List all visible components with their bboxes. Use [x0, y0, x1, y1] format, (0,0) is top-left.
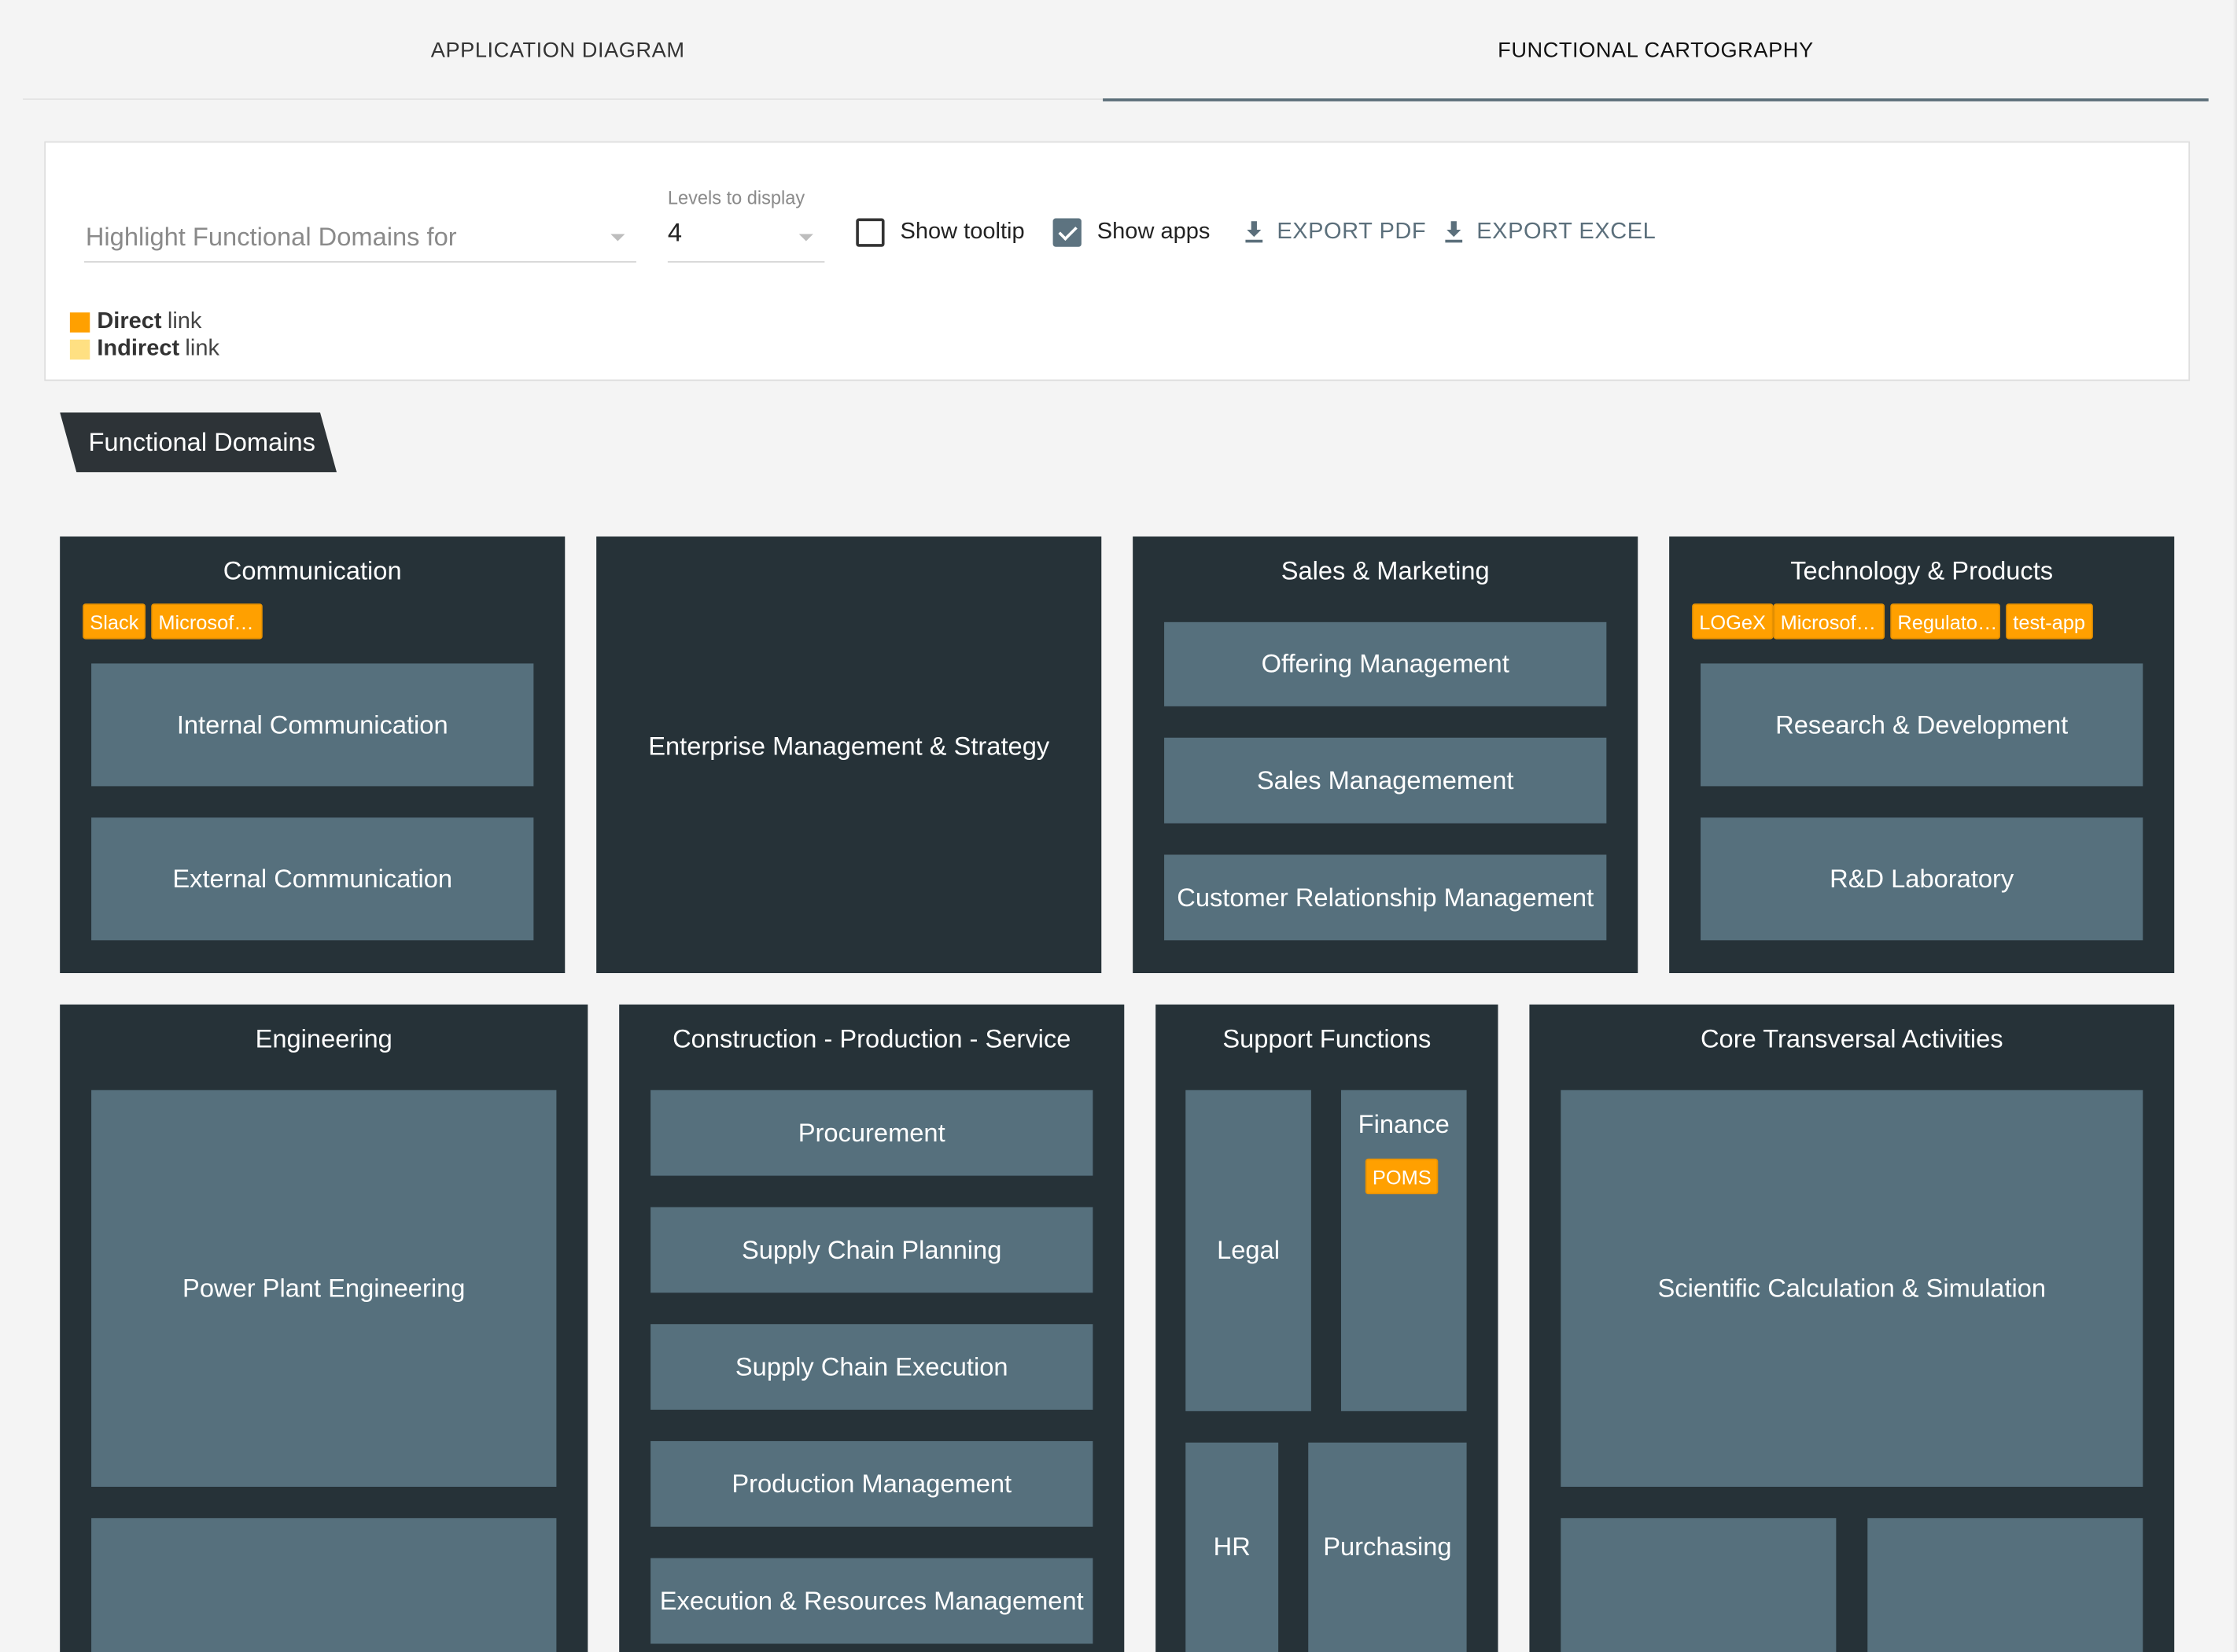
- caret-down-icon: [798, 234, 813, 242]
- domain-title: Support Functions: [1222, 1024, 1432, 1053]
- domain-technology-products[interactable]: Technology & Products LOGeX Microsof… Re…: [1669, 536, 2175, 974]
- checkbox-checked-icon: [1052, 218, 1082, 247]
- show-apps-checkbox[interactable]: Show apps: [1052, 218, 1211, 247]
- legend-direct-rest: link: [167, 309, 202, 334]
- domain-engineering[interactable]: Engineering Power Plant Engineering: [60, 1004, 588, 1652]
- domain-title: Engineering: [255, 1024, 392, 1053]
- domain-title: Communication: [223, 556, 402, 585]
- sub-domain[interactable]: External Communication: [91, 817, 534, 941]
- sub-domain[interactable]: HR: [1185, 1442, 1279, 1652]
- checkbox-icon: [856, 218, 885, 247]
- sub-domain[interactable]: Offering Management: [1164, 621, 1607, 706]
- domain-title: Enterprise Management & Strategy: [648, 732, 1050, 761]
- sub-domain[interactable]: Purchasing: [1308, 1442, 1467, 1652]
- levels-select[interactable]: 4: [667, 211, 825, 263]
- tab-application-diagram[interactable]: APPLICATION DIAGRAM: [23, 0, 1093, 100]
- domain-title: Core Transversal Activities: [1700, 1024, 2003, 1053]
- filter-panel: Highlight Functional Domains for Levels …: [44, 141, 2191, 382]
- highlight-domains-select[interactable]: Highlight Functional Domains for: [84, 211, 636, 263]
- show-tooltip-checkbox[interactable]: Show tooltip: [856, 218, 1025, 247]
- legend-indirect-rest: link: [185, 337, 219, 361]
- tab-functional-cartography[interactable]: FUNCTIONAL CARTOGRAPHY: [1103, 0, 2209, 101]
- direct-link-swatch: [69, 312, 90, 333]
- sub-domain-label: Finance: [1358, 1110, 1450, 1139]
- sub-domain[interactable]: Legal: [1185, 1090, 1311, 1411]
- app-chip[interactable]: Slack: [83, 603, 146, 640]
- sub-domain[interactable]: Production Management: [650, 1440, 1093, 1527]
- sub-domain[interactable]: Power Plant Engineering: [91, 1090, 557, 1487]
- levels-label: Levels to display: [667, 186, 805, 208]
- sub-domain[interactable]: Procurement: [650, 1090, 1093, 1176]
- domain-title: Sales & Marketing: [1281, 556, 1490, 585]
- sub-domain[interactable]: Supply Chain Planning: [650, 1207, 1093, 1293]
- download-icon: [1245, 221, 1263, 243]
- sub-domain[interactable]: Supply Chain Execution: [650, 1324, 1093, 1410]
- download-icon: [1445, 221, 1463, 243]
- legend-indirect-link: Indirect link: [69, 337, 219, 363]
- highlight-domains-placeholder: Highlight Functional Domains for: [85, 222, 457, 252]
- export-pdf-label: EXPORT PDF: [1277, 219, 1427, 245]
- app-chip[interactable]: Microsof…: [1773, 603, 1885, 640]
- legend-direct-link: Direct link: [69, 309, 202, 336]
- show-tooltip-label: Show tooltip: [900, 219, 1025, 245]
- legend-direct-bold: Direct: [97, 309, 162, 334]
- sub-domain[interactable]: Research & Development: [1701, 663, 2143, 787]
- caret-down-icon: [610, 234, 625, 242]
- sub-domain-unlabeled[interactable]: [1561, 1517, 1837, 1652]
- app-chip[interactable]: POMS: [1365, 1158, 1439, 1195]
- sub-domain-unlabeled[interactable]: [1867, 1517, 2143, 1652]
- sub-domain-unlabeled[interactable]: [91, 1517, 557, 1652]
- domain-enterprise-management[interactable]: Enterprise Management & Strategy: [596, 536, 1102, 974]
- export-excel-label: EXPORT EXCEL: [1476, 219, 1657, 245]
- domain-sales-marketing[interactable]: Sales & Marketing Offering Management Sa…: [1133, 536, 1638, 974]
- sub-domain[interactable]: Internal Communication: [91, 663, 534, 787]
- export-excel-button[interactable]: EXPORT EXCEL: [1444, 219, 1657, 245]
- scroll-edge: [2232, 0, 2237, 1652]
- section-label-functional-domains: Functional Domains: [60, 412, 337, 473]
- sub-domain[interactable]: R&D Laboratory: [1701, 817, 2143, 941]
- app-chip[interactable]: LOGeX: [1692, 603, 1774, 640]
- indirect-link-swatch: [69, 339, 90, 360]
- sub-domain[interactable]: Scientific Calculation & Simulation: [1561, 1090, 2143, 1487]
- app-chip[interactable]: Microsof…: [151, 603, 263, 640]
- tab-bar: APPLICATION DIAGRAM FUNCTIONAL CARTOGRAP…: [23, 0, 2209, 101]
- levels-value: 4: [667, 218, 683, 247]
- legend-indirect-bold: Indirect: [97, 337, 180, 361]
- sub-domain[interactable]: Sales Managemement: [1164, 737, 1607, 824]
- sub-domain-finance[interactable]: Finance: [1340, 1090, 1467, 1411]
- show-apps-label: Show apps: [1096, 219, 1211, 245]
- sub-domain[interactable]: Execution & Resources Management: [650, 1558, 1093, 1644]
- sub-domain[interactable]: Customer Relationship Management: [1164, 854, 1607, 941]
- domain-support-functions[interactable]: Support Functions Legal Finance POMS HR …: [1155, 1004, 1498, 1652]
- app-chip[interactable]: test-app: [2006, 603, 2093, 640]
- domain-core-transversal-activities[interactable]: Core Transversal Activities Scientific C…: [1529, 1004, 2175, 1652]
- domain-title: Construction - Production - Service: [673, 1024, 1071, 1053]
- domain-title: Technology & Products: [1790, 556, 2054, 585]
- export-pdf-button[interactable]: EXPORT PDF: [1244, 219, 1427, 245]
- domain-communication[interactable]: Communication Slack Microsof… Internal C…: [60, 536, 566, 974]
- domain-construction-production-service[interactable]: Construction - Production - Service Proc…: [619, 1004, 1125, 1652]
- app-chip[interactable]: Regulato…: [1890, 603, 2000, 640]
